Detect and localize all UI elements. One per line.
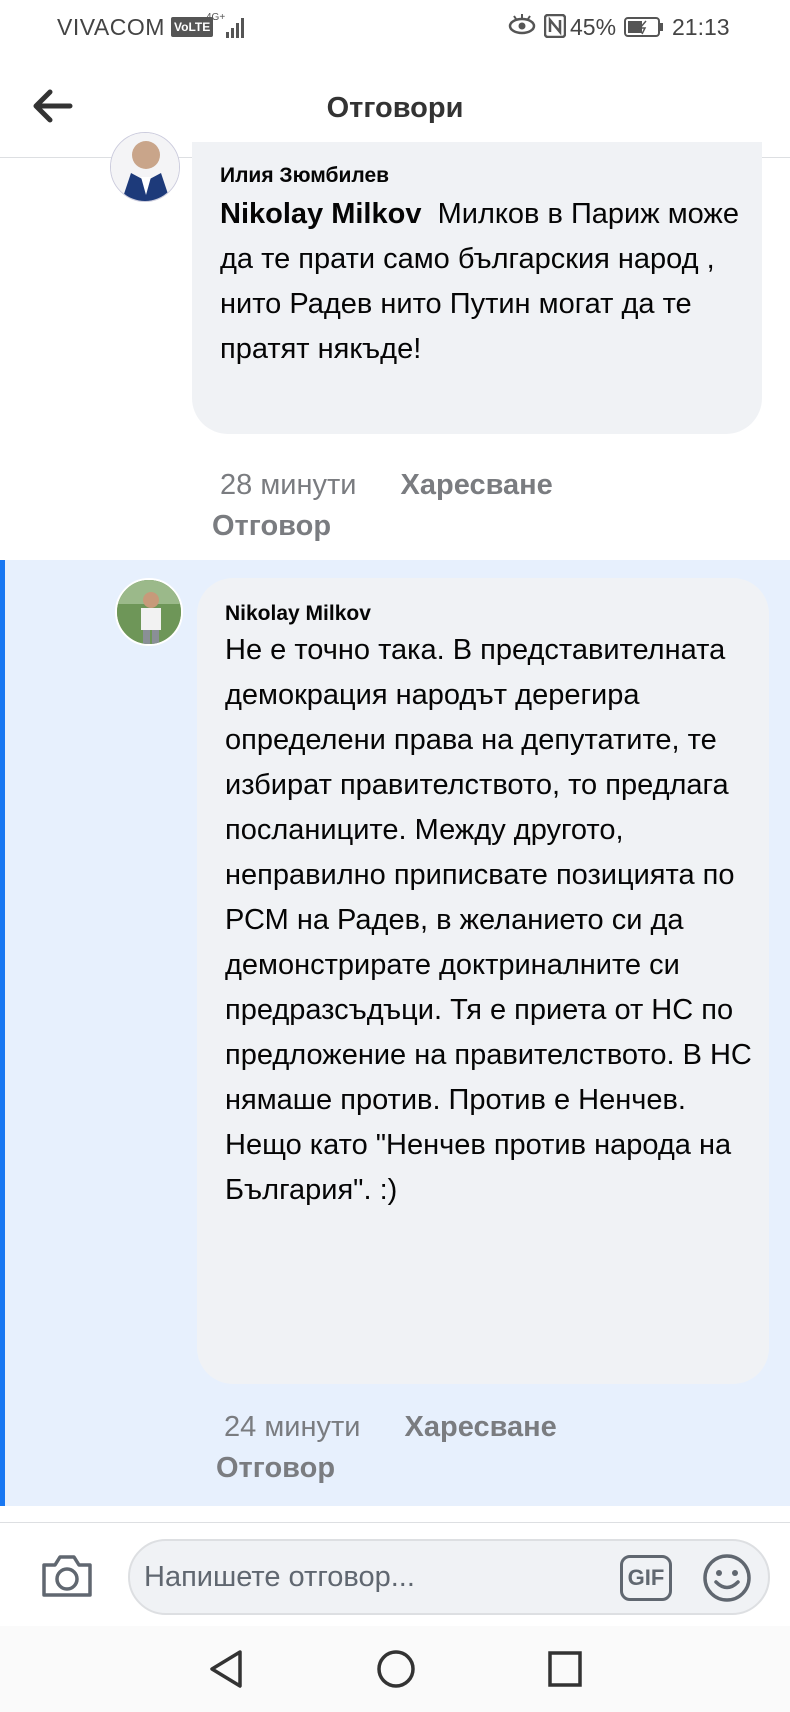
emoji-icon[interactable]	[700, 1551, 754, 1605]
reply-button[interactable]: Отговор	[216, 1452, 335, 1484]
like-button[interactable]: Харесване	[405, 1411, 557, 1443]
mention-link[interactable]: Nikolay Milkov	[220, 198, 421, 230]
battery-icon	[624, 17, 663, 37]
reply-input[interactable]	[144, 1555, 604, 1599]
comment-time: 28 минути	[220, 469, 357, 501]
like-button[interactable]: Харесване	[401, 469, 553, 501]
comment-item: Илия Зюмбилев Nikolay Milkov Милков в Па…	[0, 132, 790, 560]
comment-actions-row2: Отговор	[212, 510, 331, 543]
triangle-back-icon[interactable]	[206, 1648, 246, 1690]
comment-text: Не е точно така. В представителната демо…	[225, 634, 752, 1206]
eye-comfort-icon	[508, 14, 536, 35]
network-type-label: 4G+	[206, 12, 225, 23]
signal-icon: 4G+	[206, 12, 244, 38]
battery-percent: 45%	[570, 14, 617, 40]
circle-home-icon[interactable]	[375, 1648, 417, 1690]
system-nav-bar	[0, 1626, 790, 1712]
comment-body: Nikolay Milkov Милков в Париж може да те…	[220, 192, 740, 372]
gif-button[interactable]: GIF	[620, 1555, 672, 1601]
carrier-name: VIVACOM	[57, 14, 165, 40]
reply-button[interactable]: Отговор	[212, 510, 331, 542]
page-title: Отговори	[326, 92, 464, 124]
comment-bubble[interactable]: Илия Зюмбилев Nikolay Milkov Милков в Па…	[192, 142, 762, 434]
avatar[interactable]	[110, 132, 180, 202]
highlighted-comment-item: Nikolay Milkov Не е точно така. В предст…	[0, 560, 790, 1506]
comment-actions: 28 минути Харесване	[220, 458, 640, 513]
camera-icon[interactable]	[40, 1553, 94, 1599]
square-recent-icon[interactable]	[545, 1648, 585, 1690]
avatar-image	[117, 580, 181, 644]
nfc-icon	[544, 14, 566, 38]
comment-actions-row2: Отговор	[216, 1452, 335, 1485]
reply-composer: GIF	[0, 1522, 790, 1624]
status-bar: VIVACOM VoLTE 4G+ 45% 21:13	[0, 0, 790, 54]
comment-actions: 24 минути Харесване	[224, 1400, 644, 1455]
comment-bubble[interactable]: Nikolay Milkov Не е точно така. В предст…	[197, 578, 769, 1384]
avatar[interactable]	[115, 578, 183, 646]
avatar-image	[111, 133, 179, 201]
reply-input-container[interactable]: GIF	[128, 1539, 770, 1615]
comment-author[interactable]: Nikolay Milkov	[225, 602, 371, 626]
clock: 21:13	[672, 14, 730, 40]
comment-author[interactable]: Илия Зюмбилев	[220, 164, 389, 188]
comment-time: 24 минути	[224, 1411, 361, 1443]
